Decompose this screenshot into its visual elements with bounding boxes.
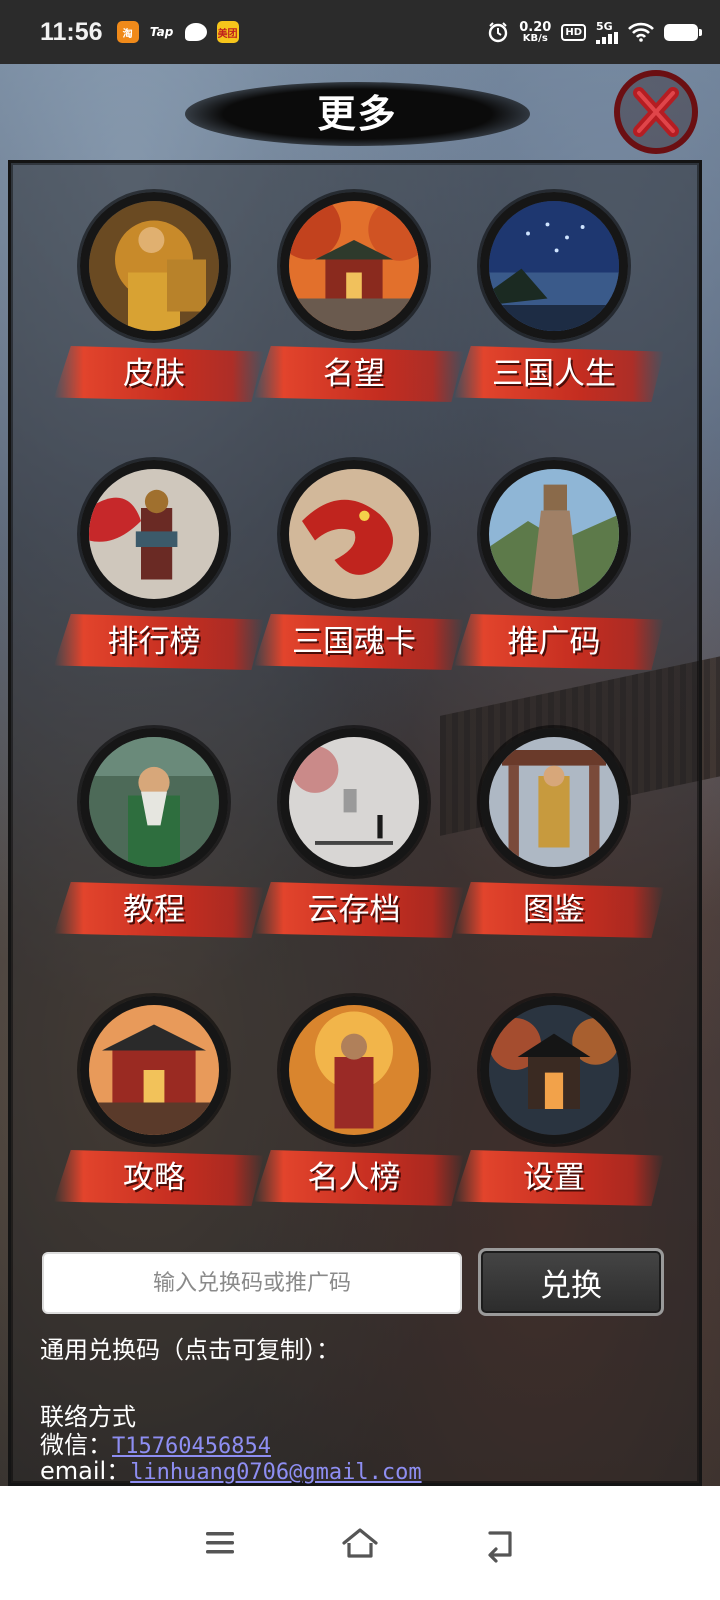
burning-palace-icon bbox=[80, 996, 228, 1144]
wechat-label: 微信： bbox=[40, 1431, 112, 1459]
menu-button[interactable] bbox=[190, 1513, 250, 1573]
menu-icon bbox=[206, 1532, 234, 1554]
status-bar: 11:56 淘 Tap 美团 0.20 KB/s HD 5G bbox=[0, 0, 720, 64]
battery-icon bbox=[664, 23, 702, 41]
menu-item-label: 云存档 bbox=[307, 892, 401, 928]
sage-elder-icon bbox=[80, 728, 228, 876]
menu-item-label: 教程 bbox=[123, 892, 185, 928]
great-wall-icon bbox=[480, 460, 628, 608]
tap-app-icon: Tap bbox=[149, 25, 174, 39]
palace-gate-icon bbox=[280, 192, 428, 340]
menu-item-soul-cards[interactable]: 三国魂卡 bbox=[254, 460, 464, 690]
menu-item-three-kingdoms-life[interactable]: 三国人生 bbox=[454, 192, 664, 422]
menu-item-guide[interactable]: 攻略 bbox=[54, 996, 264, 1226]
meituan-app-icon: 美团 bbox=[216, 21, 239, 43]
menu-item-label: 名人榜 bbox=[307, 1160, 401, 1196]
fiery-general-icon bbox=[280, 996, 428, 1144]
menu-item-leaderboard[interactable]: 排行榜 bbox=[54, 460, 264, 690]
back-icon bbox=[488, 1531, 512, 1563]
home-button[interactable] bbox=[330, 1513, 390, 1573]
signal-icon: 5G bbox=[596, 21, 618, 44]
back-button[interactable] bbox=[470, 1513, 530, 1573]
status-time: 11:56 bbox=[40, 17, 103, 46]
menu-item-label: 设置 bbox=[523, 1160, 585, 1196]
menu-item-cloud-save[interactable]: 云存档 bbox=[254, 728, 464, 958]
close-button[interactable] bbox=[614, 70, 698, 154]
menu-item-tutorial[interactable]: 教程 bbox=[54, 728, 264, 958]
menu-item-label: 三国人生 bbox=[492, 356, 616, 392]
wechat-link[interactable]: T15760456854 bbox=[112, 1434, 271, 1459]
menu-item-label: 皮肤 bbox=[123, 356, 185, 392]
wechat-row: 微信：T15760456854 bbox=[40, 1432, 271, 1460]
menu-item-hall-of-fame[interactable]: 名人榜 bbox=[254, 996, 464, 1226]
network-speed: 0.20 KB/s bbox=[519, 19, 552, 44]
menu-item-label: 图鉴 bbox=[523, 892, 585, 928]
navigation-bar bbox=[0, 1486, 720, 1600]
menu-item-promo-code[interactable]: 推广码 bbox=[454, 460, 664, 690]
red-dragon-icon bbox=[280, 460, 428, 608]
email-link[interactable]: linhuang0706@gmail.com bbox=[130, 1460, 421, 1484]
wifi-icon bbox=[628, 22, 654, 42]
temple-emperor-icon bbox=[480, 728, 628, 876]
notification-icons: 淘 Tap 美团 bbox=[116, 21, 239, 43]
email-row: email：linhuang0706@gmail.com bbox=[40, 1458, 422, 1484]
night-pavilion-icon bbox=[480, 996, 628, 1144]
redeem-button[interactable]: 兑换 bbox=[478, 1248, 664, 1316]
menu-item-skins[interactable]: 皮肤 bbox=[54, 192, 264, 422]
menu-item-settings[interactable]: 设置 bbox=[454, 996, 664, 1226]
email-label: email： bbox=[40, 1458, 131, 1484]
armored-warrior-icon bbox=[80, 460, 228, 608]
alarm-icon bbox=[489, 22, 508, 43]
menu-item-label: 三国魂卡 bbox=[292, 624, 416, 660]
menu-item-label: 攻略 bbox=[123, 1160, 185, 1196]
close-icon bbox=[633, 87, 679, 137]
message-app-icon bbox=[184, 23, 207, 41]
misty-swordsman-icon bbox=[280, 728, 428, 876]
page-title: 更多 bbox=[317, 92, 398, 136]
menu-item-fame[interactable]: 名望 bbox=[254, 192, 464, 422]
general-codes-label: 通用兑换码（点击可复制）： bbox=[40, 1336, 340, 1364]
menu-item-codex[interactable]: 图鉴 bbox=[454, 728, 664, 958]
menu-item-label: 排行榜 bbox=[107, 624, 201, 660]
general-portrait-icon bbox=[80, 192, 228, 340]
menu-item-label: 名望 bbox=[323, 356, 385, 392]
menu-item-label: 推广码 bbox=[507, 624, 601, 660]
taobao-app-icon: 淘 bbox=[116, 21, 139, 43]
redeem-code-input[interactable] bbox=[42, 1252, 462, 1314]
hd-badge: HD bbox=[561, 23, 586, 41]
contact-label: 联络方式 bbox=[40, 1403, 136, 1431]
home-icon bbox=[342, 1528, 378, 1558]
status-right: 0.20 KB/s HD 5G bbox=[487, 19, 702, 44]
starry-night-icon bbox=[480, 192, 628, 340]
